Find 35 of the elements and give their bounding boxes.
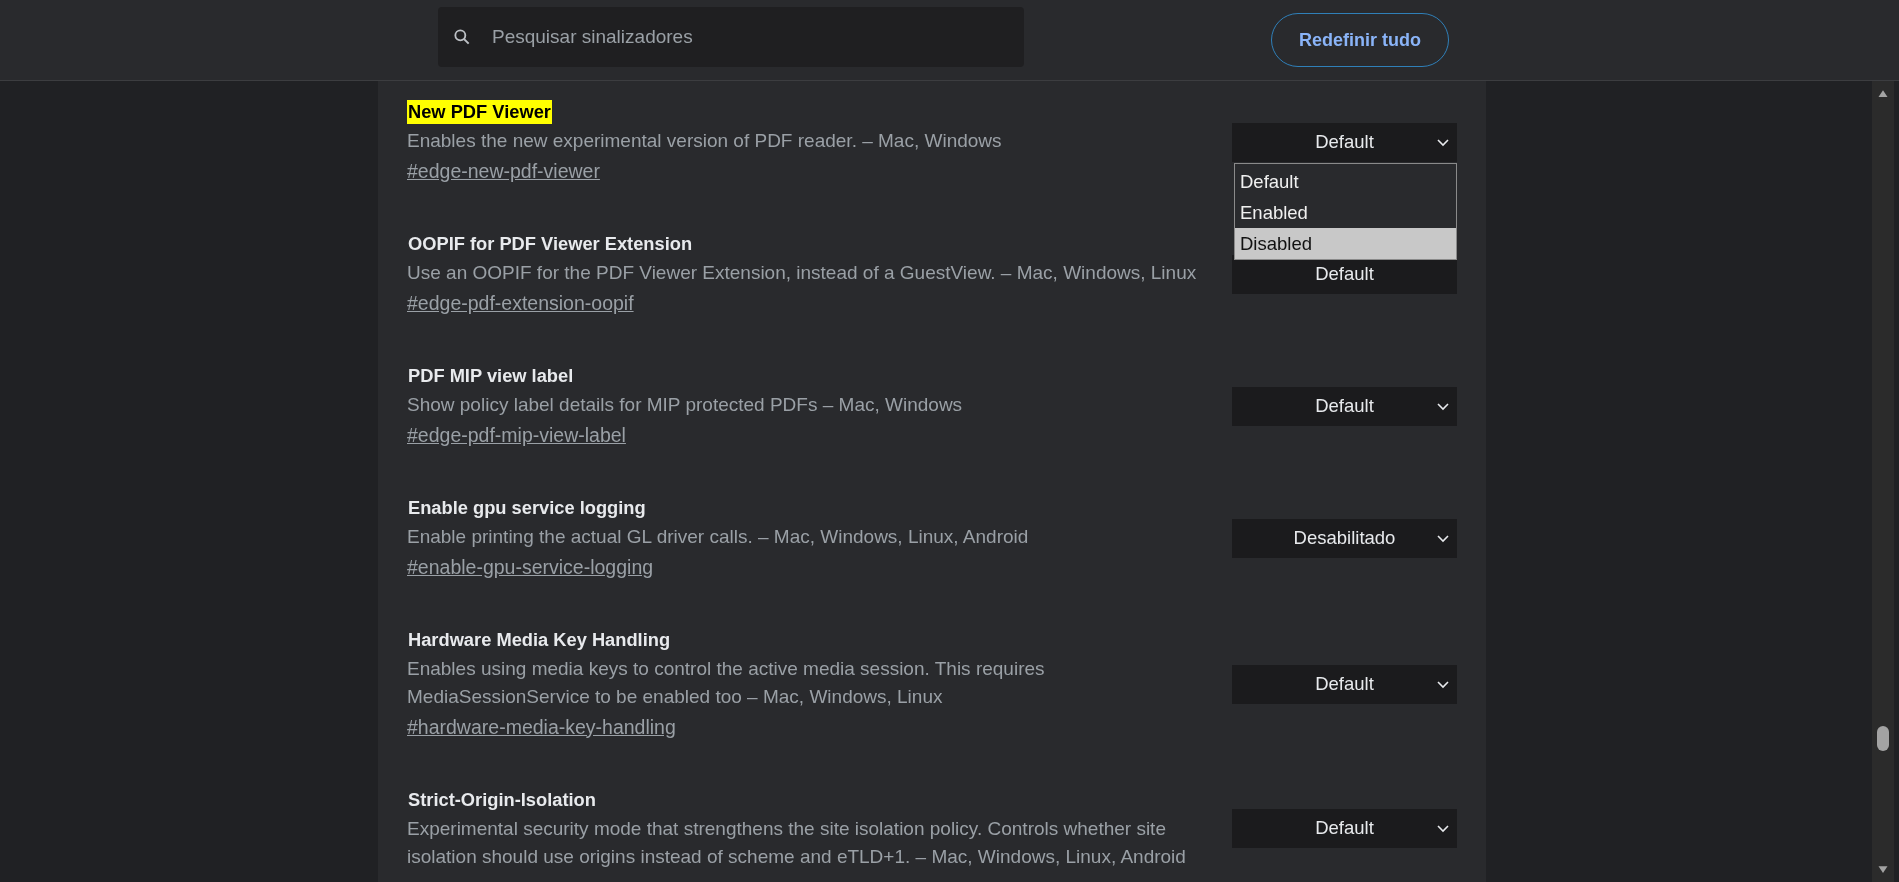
scrollbar[interactable] — [1872, 81, 1894, 882]
flag-description: Experimental security mode that strengthens the site isolation policy. Controls whether site isolation should use origins instead of scheme and eTLD+1. – Mac, Windows, Linux, Android — [407, 817, 1187, 869]
flag-title: New PDF Viewer — [407, 100, 552, 124]
scroll-up-icon — [1877, 89, 1889, 98]
scroll-down-icon — [1877, 865, 1889, 874]
flag-link[interactable]: #enable-gpu-service-logging — [407, 555, 654, 579]
flag-link[interactable]: #edge-pdf-extension-oopif — [407, 291, 634, 315]
flag-dropdown[interactable]: Default — [1232, 386, 1457, 426]
scrollbar-thumb[interactable] — [1877, 726, 1889, 751]
dropdown-option[interactable]: Disabled — [1235, 227, 1456, 259]
chevron-icon — [1437, 680, 1449, 689]
chevron-icon — [1437, 534, 1449, 543]
flag-description: Enables the new experimental version of PDF reader. – Mac, Windows — [407, 129, 1003, 153]
flag-title: OOPIF for PDF Viewer Extension — [407, 232, 694, 256]
search-field[interactable]: Pesquisar sinalizadores — [438, 7, 1024, 67]
flag-description: Enables using media keys to control the active media session. This requires MediaSessionService to be enabled too – Mac, Windows, Linux — [407, 657, 1046, 709]
flag-title: Strict-Origin-Isolation — [407, 788, 597, 812]
flag-description: Show policy label details for MIP protected PDFs – Mac, Windows — [407, 393, 964, 417]
flag-title: Enable gpu service logging — [407, 496, 647, 520]
chevron-icon — [1437, 402, 1449, 411]
flag-dropdown[interactable]: Default — [1232, 808, 1457, 848]
dropdown-option[interactable]: Default — [1235, 165, 1456, 197]
flag-link[interactable]: #edge-new-pdf-viewer — [407, 159, 600, 183]
flag-title: PDF MIP view label — [407, 364, 575, 388]
dropdown-option[interactable]: Enabled — [1235, 196, 1456, 228]
chevron-icon — [1437, 138, 1449, 147]
chevron-icon — [1437, 824, 1449, 833]
flag-link[interactable]: #edge-pdf-mip-view-label — [407, 423, 626, 447]
flag-link[interactable]: #hardware-media-key-handling — [407, 715, 676, 739]
flag-dropdown[interactable]: Desabilitado — [1232, 518, 1457, 558]
flag-dropdown[interactable]: Default — [1232, 122, 1457, 162]
flag-description: Use an OOPIF for the PDF Viewer Extension, instead of a GuestView. – Mac, Windows, Linux — [407, 261, 1198, 285]
flag-dropdown[interactable]: Default — [1232, 664, 1457, 704]
flag-title: Hardware Media Key Handling — [407, 628, 672, 652]
flag-description: Enable printing the actual GL driver calls. – Mac, Windows, Linux, Android — [407, 525, 1030, 549]
